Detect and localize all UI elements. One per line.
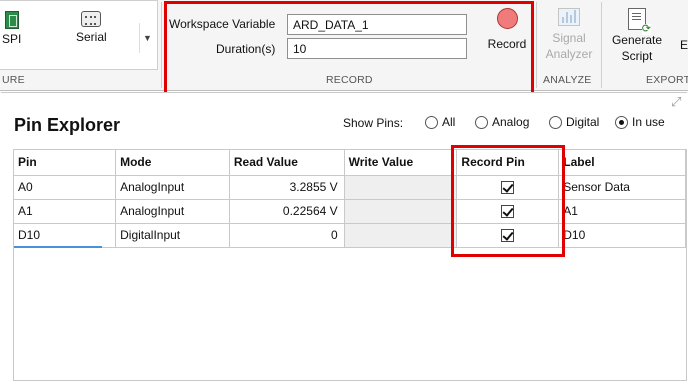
filter-digital-radio[interactable]: Digital <box>549 115 599 129</box>
column-header-label[interactable]: Label <box>558 150 686 176</box>
pin-cell[interactable]: A1 <box>14 199 117 224</box>
spi-button[interactable]: SPI <box>2 11 21 46</box>
focus-indicator <box>14 246 102 248</box>
generate-script-button[interactable]: Generate Script <box>606 8 668 64</box>
connection-card: SPI Serial ▼ <box>0 0 158 70</box>
label-cell[interactable]: Sensor Data <box>558 175 686 200</box>
pin-table: Pin Mode Read Value Write Value Record P… <box>14 150 686 248</box>
spi-label: SPI <box>2 32 22 46</box>
show-pins-label: Show Pins: <box>343 116 404 130</box>
section-divider <box>536 2 537 88</box>
filter-digital-label: Digital <box>566 115 600 129</box>
column-header-write-value[interactable]: Write Value <box>344 150 458 176</box>
label-cell[interactable]: D10 <box>558 223 686 248</box>
filter-analog-radio[interactable]: Analog <box>475 115 529 129</box>
radio-circle <box>425 115 438 129</box>
pin-table-container: Pin Mode Read Value Write Value Record P… <box>13 149 687 381</box>
signal-analyzer-label: Signal Analyzer <box>546 30 593 62</box>
column-header-read-value[interactable]: Read Value <box>229 150 345 176</box>
table-row[interactable]: D10 DigitalInput 0 D10 <box>14 223 686 248</box>
record-section-highlight <box>164 1 534 96</box>
table-row[interactable]: A1 AnalogInput 0.22564 V A1 <box>14 199 686 224</box>
signal-analyzer-label-line1: Signal <box>552 31 586 45</box>
label-cell[interactable]: A1 <box>558 199 686 224</box>
serial-label: Serial <box>76 30 107 44</box>
filter-in-use-radio[interactable]: In use <box>615 115 665 129</box>
read-value-cell: 0.22564 V <box>229 199 345 224</box>
page-title: Pin Explorer <box>14 115 121 135</box>
signal-analyzer-icon <box>558 8 580 26</box>
read-value-cell: 0 <box>229 223 345 248</box>
section-divider <box>601 2 602 88</box>
radio-circle <box>475 115 488 129</box>
mode-cell[interactable]: DigitalInput <box>115 223 230 248</box>
clipped-export-button-label[interactable]: E <box>680 38 688 52</box>
pin-cell[interactable]: A0 <box>14 175 117 200</box>
generate-script-label-line1: Generate <box>611 33 663 47</box>
radio-circle-selected <box>615 115 628 129</box>
record-pin-column-highlight <box>451 145 565 257</box>
generate-script-icon <box>628 8 651 35</box>
analyze-section-title: ANALYZE <box>543 74 592 86</box>
spi-icon <box>4 11 19 29</box>
table-header-row: Pin Mode Read Value Write Value Record P… <box>14 150 686 176</box>
generate-script-label-line2: Script <box>621 49 653 63</box>
table-row[interactable]: A0 AnalogInput 3.2855 V Sensor Data <box>14 175 686 200</box>
gallery-dropdown-arrow[interactable]: ▼ <box>139 23 155 53</box>
mode-cell[interactable]: AnalogInput <box>115 199 230 224</box>
serial-button[interactable]: Serial <box>76 11 107 44</box>
filter-all-label: All <box>442 115 456 129</box>
write-value-cell <box>344 175 458 200</box>
filter-all-radio[interactable]: All <box>425 115 455 129</box>
filter-in-use-label: In use <box>632 115 665 129</box>
filter-analog-label: Analog <box>492 115 530 129</box>
signal-analyzer-button[interactable]: Signal Analyzer <box>540 8 598 62</box>
column-header-mode[interactable]: Mode <box>115 150 230 176</box>
write-value-cell <box>344 199 458 224</box>
write-value-cell <box>344 223 458 248</box>
radio-circle <box>549 115 562 129</box>
export-section-title: EXPORT <box>646 74 688 86</box>
read-value-cell: 3.2855 V <box>229 175 345 200</box>
column-header-pin[interactable]: Pin <box>14 150 117 176</box>
section-divider <box>161 2 162 88</box>
expand-icon[interactable]: ⤢ <box>671 94 681 110</box>
connect-section-title: URE <box>2 74 25 86</box>
mode-cell[interactable]: AnalogInput <box>115 175 230 200</box>
generate-script-label: Generate Script <box>612 32 662 64</box>
chevron-down-icon: ▼ <box>143 33 152 43</box>
pin-cell[interactable]: D10 <box>14 223 117 248</box>
serial-port-icon <box>81 11 102 27</box>
signal-analyzer-label-line2: Analyzer <box>545 47 593 61</box>
